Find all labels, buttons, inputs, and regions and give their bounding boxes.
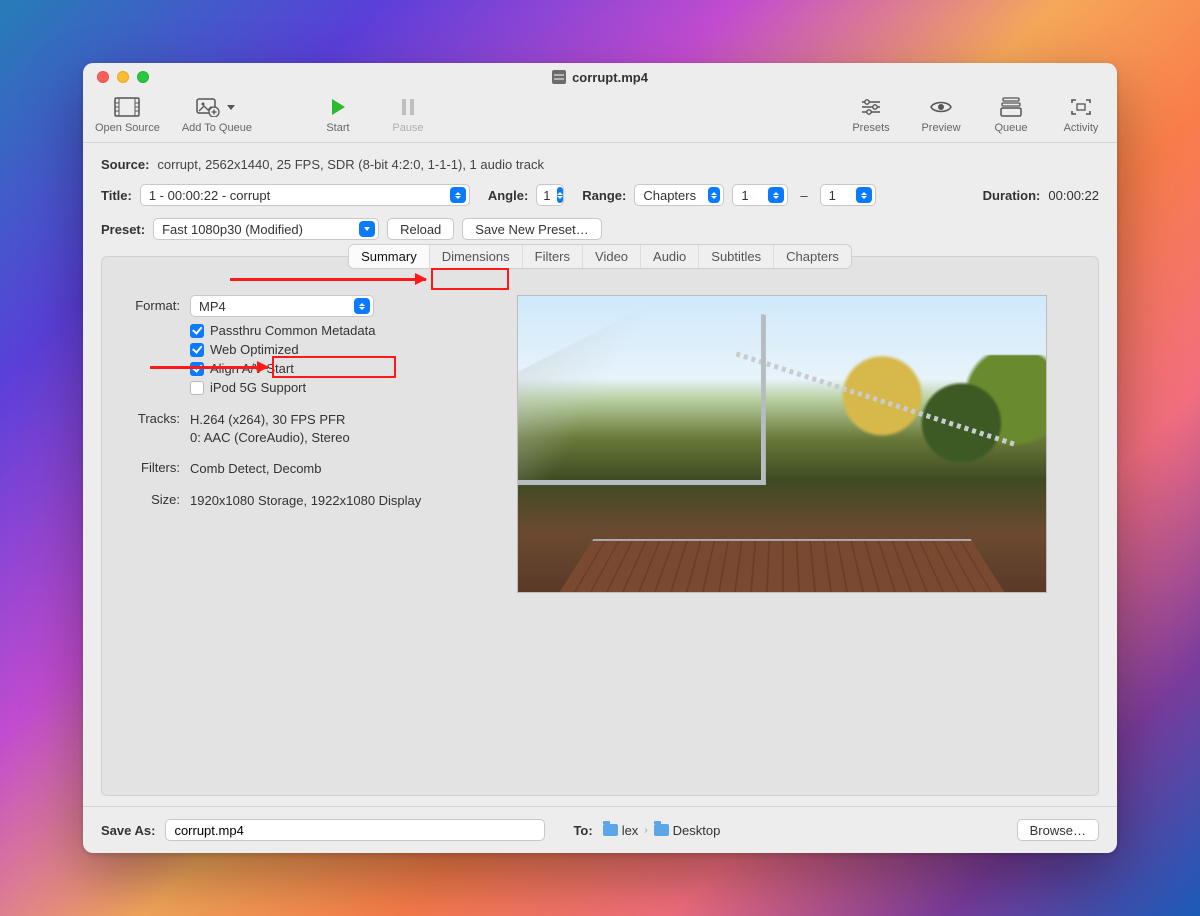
tab-summary[interactable]: Summary bbox=[349, 245, 430, 268]
pause-button: Pause bbox=[384, 95, 432, 134]
checkbox-web-optimized[interactable]: Web Optimized bbox=[190, 342, 460, 357]
presets-button[interactable]: Presets bbox=[847, 95, 895, 134]
checkmark-icon bbox=[190, 324, 204, 338]
to-label: To: bbox=[573, 823, 592, 838]
source-label: Source: bbox=[101, 157, 149, 172]
save-new-preset-button[interactable]: Save New Preset… bbox=[462, 218, 601, 240]
source-value: corrupt, 2562x1440, 25 FPS, SDR (8-bit 4… bbox=[157, 157, 544, 172]
tab-subtitles[interactable]: Subtitles bbox=[699, 245, 774, 268]
film-icon bbox=[114, 95, 140, 119]
eye-icon bbox=[929, 95, 953, 119]
tab-video[interactable]: Video bbox=[583, 245, 641, 268]
title-select[interactable]: 1 - 00:00:22 - corrupt bbox=[140, 184, 470, 206]
tracks-label: Tracks: bbox=[120, 411, 180, 446]
tab-chapters[interactable]: Chapters bbox=[774, 245, 851, 268]
preset-label: Preset: bbox=[101, 222, 145, 237]
destination-path[interactable]: lex › Desktop bbox=[603, 823, 721, 838]
duration-label: Duration: bbox=[983, 188, 1041, 203]
save-as-input[interactable] bbox=[165, 819, 545, 841]
format-label: Format: bbox=[120, 295, 180, 313]
size-label: Size: bbox=[120, 492, 180, 510]
chevron-down-icon[interactable] bbox=[220, 95, 238, 119]
pause-icon bbox=[401, 95, 415, 119]
window-minimize-button[interactable] bbox=[117, 71, 129, 83]
stack-icon bbox=[1000, 95, 1022, 119]
range-to-select[interactable]: 1 bbox=[820, 184, 876, 206]
preview-button[interactable]: Preview bbox=[917, 95, 965, 134]
tracks-value: H.264 (x264), 30 FPS PFR 0: AAC (CoreAud… bbox=[190, 411, 460, 446]
range-type-select[interactable]: Chapters bbox=[634, 184, 724, 206]
tab-audio[interactable]: Audio bbox=[641, 245, 699, 268]
filters-value: Comb Detect, Decomb bbox=[190, 460, 460, 478]
preset-select[interactable]: Fast 1080p30 (Modified) bbox=[153, 218, 379, 240]
video-preview-thumbnail bbox=[517, 295, 1047, 593]
checkbox-ipod-5g-support[interactable]: iPod 5G Support bbox=[190, 380, 460, 395]
checkbox-align-av-start[interactable]: Align A/V Start bbox=[190, 361, 460, 376]
range-from-select[interactable]: 1 bbox=[732, 184, 788, 206]
start-button[interactable]: Start bbox=[314, 95, 362, 134]
queue-button[interactable]: Queue bbox=[987, 95, 1035, 134]
range-label: Range: bbox=[582, 188, 626, 203]
document-icon bbox=[552, 70, 566, 84]
tabbar: Summary Dimensions Filters Video Audio S… bbox=[348, 244, 852, 269]
angle-label: Angle: bbox=[488, 188, 528, 203]
window-zoom-button[interactable] bbox=[137, 71, 149, 83]
play-icon bbox=[329, 95, 347, 119]
format-select[interactable]: MP4 bbox=[190, 295, 374, 317]
folder-icon bbox=[654, 824, 669, 836]
chevron-right-icon: › bbox=[642, 825, 649, 836]
save-as-label: Save As: bbox=[101, 823, 155, 838]
checkmark-icon bbox=[190, 362, 204, 376]
tab-panel: Summary Dimensions Filters Video Audio S… bbox=[101, 256, 1099, 796]
angle-select[interactable]: 1 bbox=[536, 184, 564, 206]
folder-icon bbox=[603, 824, 618, 836]
add-to-queue-button[interactable]: Add To Queue bbox=[182, 95, 252, 134]
title-label: Title: bbox=[101, 188, 132, 203]
tab-dimensions[interactable]: Dimensions bbox=[430, 245, 523, 268]
size-value: 1920x1080 Storage, 1922x1080 Display bbox=[190, 492, 460, 510]
window-close-button[interactable] bbox=[97, 71, 109, 83]
app-window: corrupt.mp4 Open Source Add To Queue bbox=[83, 63, 1117, 853]
range-dash: – bbox=[796, 188, 811, 203]
browse-button[interactable]: Browse… bbox=[1017, 819, 1099, 841]
filters-label: Filters: bbox=[120, 460, 180, 478]
activity-button[interactable]: Activity bbox=[1057, 95, 1105, 134]
viewfinder-icon bbox=[1070, 95, 1092, 119]
window-title: corrupt.mp4 bbox=[572, 70, 648, 85]
sliders-icon bbox=[860, 95, 882, 119]
toolbar: Open Source Add To Queue Start Pa bbox=[83, 91, 1117, 143]
footer: Save As: To: lex › Desktop Browse… bbox=[83, 806, 1117, 853]
checkmark-icon bbox=[190, 343, 204, 357]
tab-filters[interactable]: Filters bbox=[523, 245, 583, 268]
reload-button[interactable]: Reload bbox=[387, 218, 454, 240]
image-add-icon bbox=[196, 95, 238, 119]
checkbox-empty-icon bbox=[190, 381, 204, 395]
duration-value: 00:00:22 bbox=[1048, 188, 1099, 203]
open-source-button[interactable]: Open Source bbox=[95, 95, 160, 134]
titlebar: corrupt.mp4 bbox=[83, 63, 1117, 91]
checkbox-passthru-metadata[interactable]: Passthru Common Metadata bbox=[190, 323, 460, 338]
